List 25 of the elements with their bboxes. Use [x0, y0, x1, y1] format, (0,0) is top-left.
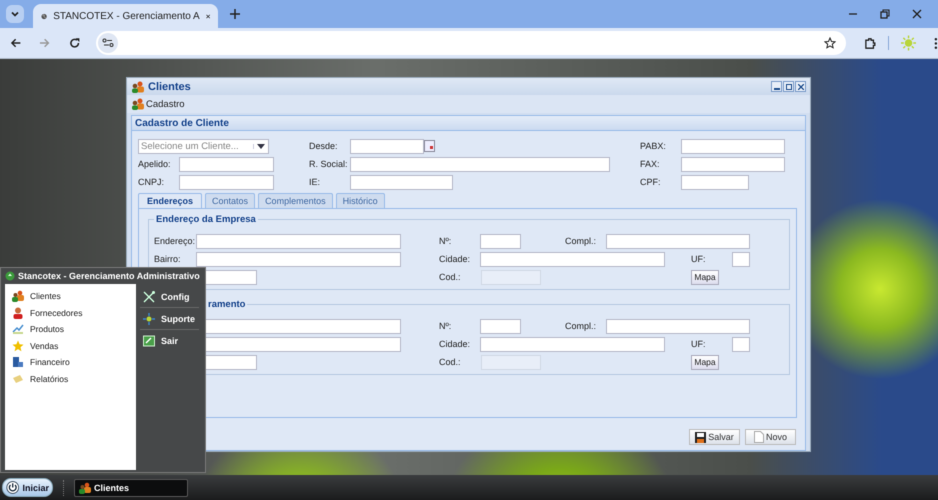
field-label: Apelido:: [138, 159, 171, 169]
field-label: Bairro:: [154, 254, 181, 264]
field-label: R. Social:: [309, 159, 348, 169]
field-label: Cod.:: [439, 272, 461, 282]
field-label: IE:: [309, 177, 320, 187]
window-title: Clientes: [148, 80, 191, 92]
field-label: UF:: [691, 254, 706, 264]
panel-title: Cadastro de Cliente: [135, 118, 229, 128]
field-label: UF:: [691, 339, 706, 349]
field-label: CNPJ:: [138, 177, 164, 187]
field-label: FAX:: [640, 159, 660, 169]
field-label: Compl.:: [565, 321, 596, 331]
field-label: Compl.:: [565, 236, 596, 246]
field-label: Nº:: [439, 321, 452, 331]
group-title: Endereço da Empresa: [154, 214, 258, 225]
group-title: ramento: [206, 299, 248, 310]
field-label: Nº:: [439, 236, 452, 246]
field-label: CPF:: [640, 177, 661, 187]
field-label: PABX:: [640, 141, 666, 151]
start-menu-title: Stancotex - Gerenciamento Administrativo: [18, 271, 200, 281]
field-label: Desde:: [309, 141, 338, 151]
field-label: Endereço:: [154, 236, 196, 246]
field-label: Cidade:: [439, 339, 470, 349]
field-label: Cod.:: [439, 357, 461, 367]
field-label: Cidade:: [439, 254, 470, 264]
